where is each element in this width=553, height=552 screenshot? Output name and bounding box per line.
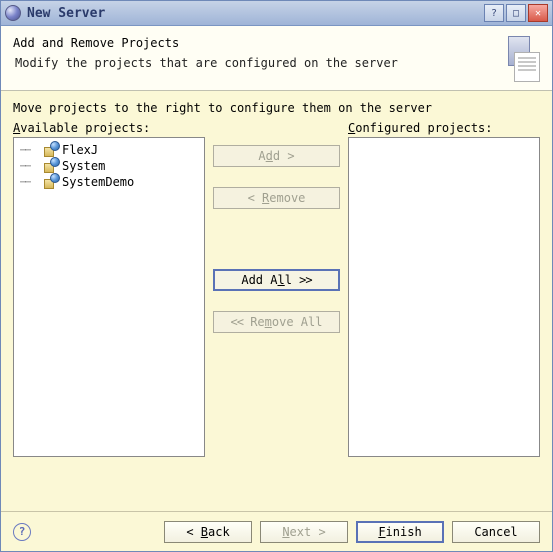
wizard-header: Add and Remove Projects Modify the proje… bbox=[1, 26, 552, 91]
back-button[interactable]: < Back bbox=[164, 521, 252, 543]
window-controls: ? □ ✕ bbox=[484, 4, 548, 22]
add-button: Add > bbox=[213, 145, 340, 167]
list-item[interactable]: ⋯⋯ System bbox=[16, 158, 202, 174]
project-icon bbox=[44, 175, 58, 189]
titlebar[interactable]: New Server ? □ ✕ bbox=[1, 1, 552, 26]
button-bar: ? < Back Next > Finish Cancel bbox=[1, 511, 552, 551]
list-item-label: FlexJ bbox=[62, 143, 98, 157]
list-item[interactable]: ⋯⋯ FlexJ bbox=[16, 142, 202, 158]
available-label: Available projects: bbox=[13, 121, 205, 135]
configured-label: Configured projects: bbox=[348, 121, 540, 135]
maximize-button[interactable]: □ bbox=[506, 4, 526, 22]
close-button[interactable]: ✕ bbox=[528, 4, 548, 22]
remove-all-button: << Remove All bbox=[213, 311, 340, 333]
help-icon[interactable]: ? bbox=[13, 523, 31, 541]
next-button: Next > bbox=[260, 521, 348, 543]
window-title: New Server bbox=[27, 6, 484, 21]
dialog-window: New Server ? □ ✕ Add and Remove Projects… bbox=[0, 0, 553, 552]
app-icon bbox=[5, 5, 21, 21]
list-item-label: System bbox=[62, 159, 105, 173]
remove-button: < Remove bbox=[213, 187, 340, 209]
help-window-button[interactable]: ? bbox=[484, 4, 504, 22]
project-icon bbox=[44, 159, 58, 173]
available-projects-list[interactable]: ⋯⋯ FlexJ ⋯⋯ System ⋯⋯ SystemDemo bbox=[13, 137, 205, 457]
server-doc-icon bbox=[498, 36, 540, 82]
transfer-buttons: Add > < Remove Add All >> << Remove All bbox=[213, 121, 340, 353]
project-icon bbox=[44, 143, 58, 157]
configured-projects-list[interactable] bbox=[348, 137, 540, 457]
finish-button[interactable]: Finish bbox=[356, 521, 444, 543]
content-area: Move projects to the right to configure … bbox=[1, 91, 552, 511]
page-title: Add and Remove Projects bbox=[13, 36, 498, 50]
list-item[interactable]: ⋯⋯ SystemDemo bbox=[16, 174, 202, 190]
list-item-label: SystemDemo bbox=[62, 175, 134, 189]
instructions-text: Move projects to the right to configure … bbox=[13, 101, 540, 115]
add-all-button[interactable]: Add All >> bbox=[213, 269, 340, 291]
page-subtitle: Modify the projects that are configured … bbox=[13, 56, 498, 70]
cancel-button[interactable]: Cancel bbox=[452, 521, 540, 543]
